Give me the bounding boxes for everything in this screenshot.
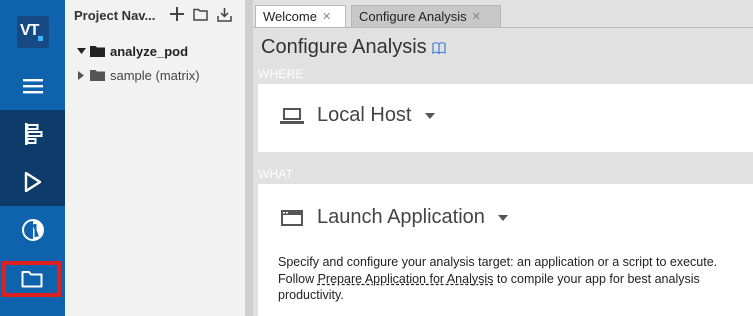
tree-item-sample-matrix[interactable]: sample (matrix) <box>75 66 200 84</box>
logo-text: VT <box>20 22 39 39</box>
where-card: Local Host <box>258 84 753 152</box>
page-title: Configure Analysis <box>261 36 446 59</box>
caret-right-icon[interactable] <box>75 69 87 81</box>
main-area: Welcome ✕ Configure Analysis ✕ Configure… <box>253 0 753 316</box>
tab-bar-divider <box>253 27 753 28</box>
activity-bar: VT <box>0 0 65 316</box>
where-section-label: WHERE <box>258 67 304 81</box>
folder-closed-icon <box>90 46 105 57</box>
app-logo: VT <box>17 16 49 48</box>
hamburger-menu-button[interactable] <box>0 62 65 110</box>
book-help-icon[interactable] <box>432 41 446 54</box>
run-analysis-button[interactable] <box>0 158 65 206</box>
project-navigator-button[interactable] <box>2 261 61 297</box>
application-window-icon <box>281 209 303 226</box>
where-target-dropdown[interactable]: Local Host <box>280 104 435 127</box>
close-icon[interactable]: ✕ <box>322 10 331 23</box>
tab-welcome[interactable]: Welcome ✕ <box>255 5 346 27</box>
configure-analysis-button[interactable] <box>0 110 65 158</box>
add-icon <box>170 7 184 21</box>
configure-analysis-icon <box>24 123 42 145</box>
tree-item-label: analyze_pod <box>110 43 189 59</box>
import-button[interactable] <box>216 6 232 22</box>
new-folder-button[interactable] <box>192 6 208 22</box>
folder-closed-icon <box>90 70 105 81</box>
results-button[interactable] <box>0 206 65 254</box>
chevron-down-icon <box>497 214 508 221</box>
panel-splitter[interactable] <box>245 0 253 316</box>
play-icon <box>24 172 41 192</box>
what-target-dropdown[interactable]: Launch Application <box>280 206 508 229</box>
project-navigator: Project Nav... analyze_pod sample (matri… <box>65 0 245 316</box>
logo-accent <box>38 36 43 41</box>
hamburger-icon <box>22 79 43 94</box>
caret-down-icon[interactable] <box>75 45 87 57</box>
close-icon[interactable]: ✕ <box>472 10 481 23</box>
what-target-label: Launch Application <box>317 206 485 228</box>
tab-label: Welcome <box>263 9 317 24</box>
where-target-label: Local Host <box>317 104 412 126</box>
laptop-icon <box>280 107 304 124</box>
navigator-title: Project Nav... <box>74 8 156 23</box>
new-folder-icon <box>192 8 208 21</box>
what-section-label: WHAT <box>258 167 294 181</box>
download-icon <box>216 7 232 22</box>
folder-icon <box>21 271 42 288</box>
tab-configure-analysis[interactable]: Configure Analysis ✕ <box>351 5 501 27</box>
results-icon <box>21 219 44 241</box>
tree-item-label: sample (matrix) <box>110 67 200 83</box>
tree-item-analyze-pod[interactable]: analyze_pod <box>75 42 188 60</box>
prepare-application-link[interactable]: Prepare Application for Analysis <box>318 272 494 286</box>
add-project-button[interactable] <box>169 6 185 22</box>
chevron-down-icon <box>424 112 435 119</box>
page-title-text: Configure Analysis <box>261 36 427 58</box>
what-description: Specify and configure your analysis targ… <box>278 254 728 304</box>
tab-label: Configure Analysis <box>359 9 467 24</box>
